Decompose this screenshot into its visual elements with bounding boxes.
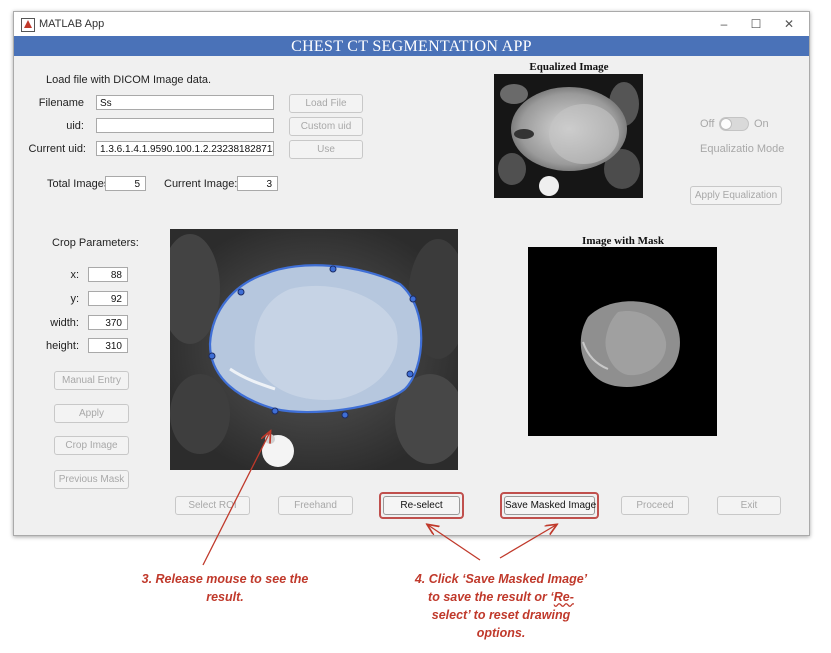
- annotation-arrows: [202, 0, 831, 566]
- arrow-to-save: [499, 525, 556, 559]
- step4-annotation: 4. Click ‘Save Masked Image’ to save the…: [395, 570, 607, 642]
- step4-line4: options.: [476, 626, 526, 640]
- arrow-to-reselect: [428, 525, 481, 561]
- step4-line2-b: Re-: [553, 590, 574, 604]
- step3-line1: 3. Release mouse to see the: [141, 572, 309, 586]
- step3-annotation: 3. Release mouse to see the result.: [120, 570, 330, 606]
- step4-line1: 4. Click ‘Save Masked Image’: [414, 572, 588, 586]
- step3-line2: result.: [206, 590, 244, 604]
- step4-line3: select’ to reset drawing: [431, 608, 571, 622]
- arrow-to-roi: [202, 432, 270, 566]
- step4-line2-a: to save the result or ‘: [428, 590, 554, 604]
- step4-line2: to save the result or ‘Re-: [395, 588, 607, 606]
